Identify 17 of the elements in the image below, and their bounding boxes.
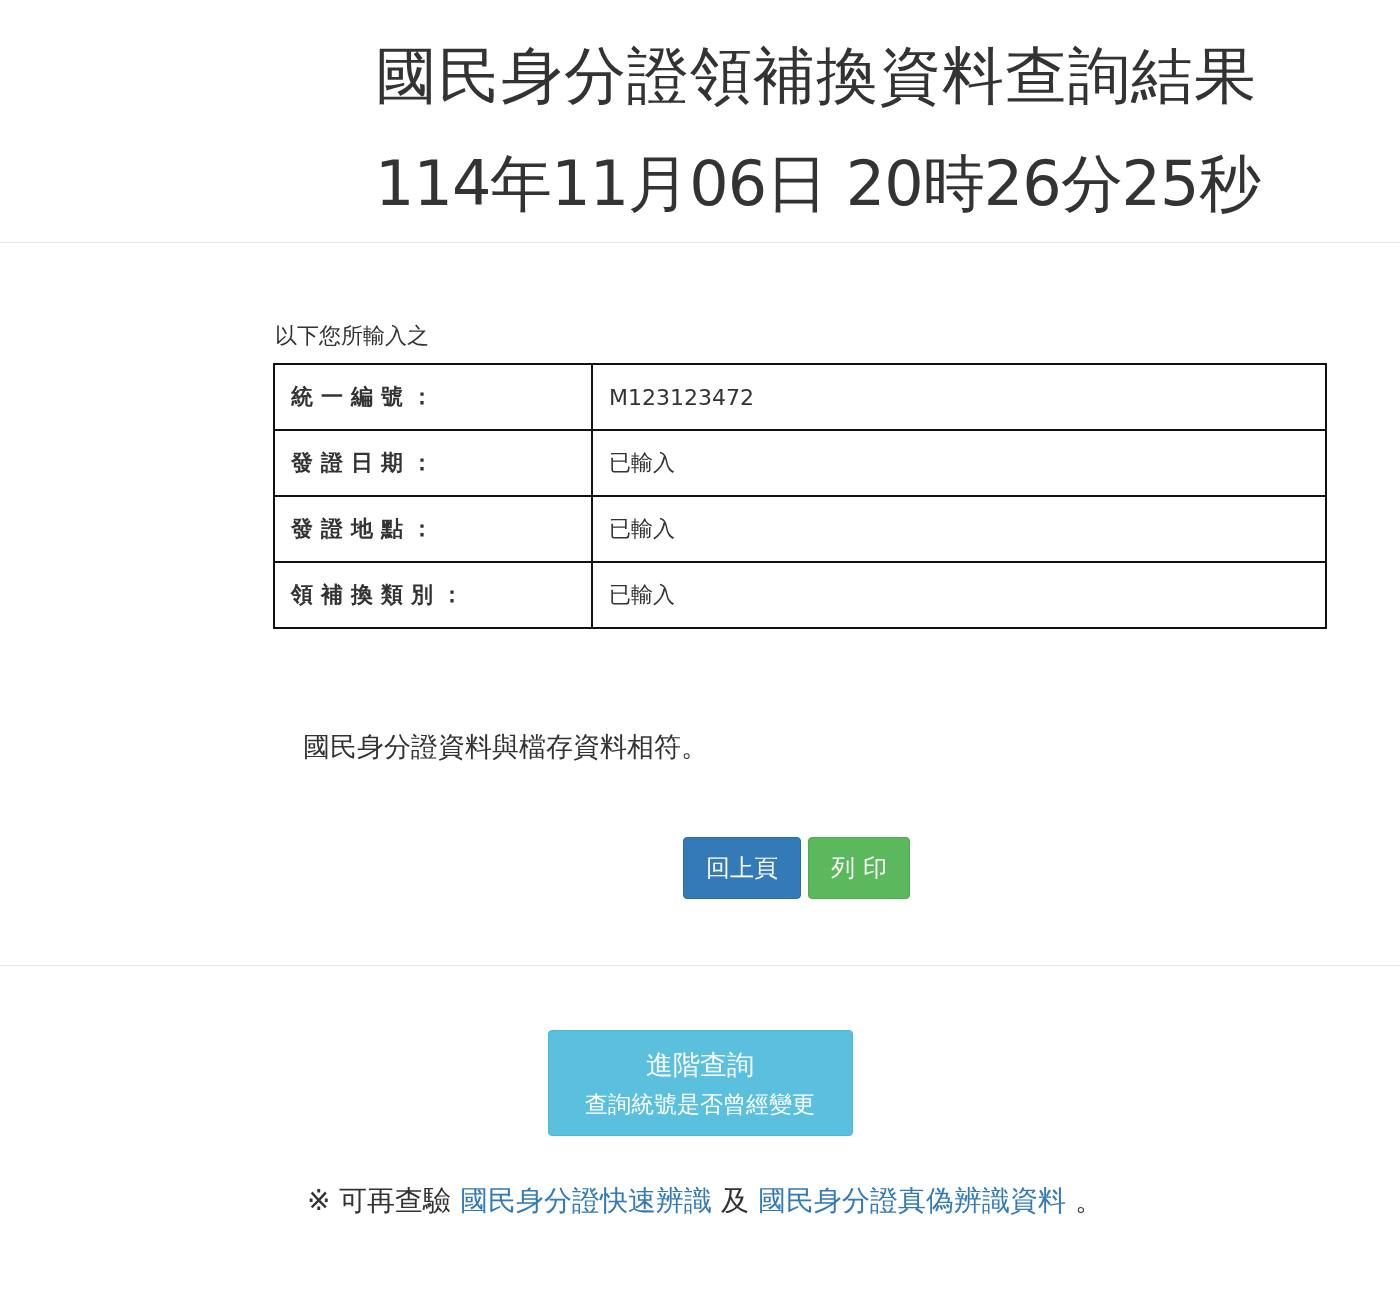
footer-note: ※ 可再查驗 國民身分證快速辨識 及 國民身分證真偽辨識資料 。 — [306, 1183, 1104, 1219]
field-value: 已輸入 — [592, 562, 1326, 628]
field-label: 領補換類別： — [274, 562, 592, 628]
query-timestamp: 114年11月06日 20時26分25秒 — [375, 146, 1262, 222]
page-title: 國民身分證領補換資料查詢結果 — [375, 38, 1258, 114]
back-button[interactable]: 回上頁 — [683, 837, 801, 899]
authenticity-link[interactable]: 國民身分證真偽辨識資料 — [758, 1184, 1067, 1217]
field-value: M123123472 — [592, 364, 1326, 430]
field-label: 統一編號： — [274, 364, 592, 430]
quick-check-link[interactable]: 國民身分證快速辨識 — [460, 1184, 713, 1217]
table-caption: 以下您所輸入之 — [274, 322, 430, 350]
result-message: 國民身分證資料與檔存資料相符。 — [303, 730, 709, 764]
field-label: 發證日期： — [274, 430, 592, 496]
field-value: 已輸入 — [592, 496, 1326, 562]
field-value: 已輸入 — [592, 430, 1326, 496]
field-label: 發證地點： — [274, 496, 592, 562]
print-button[interactable]: 列 印 — [808, 837, 910, 899]
